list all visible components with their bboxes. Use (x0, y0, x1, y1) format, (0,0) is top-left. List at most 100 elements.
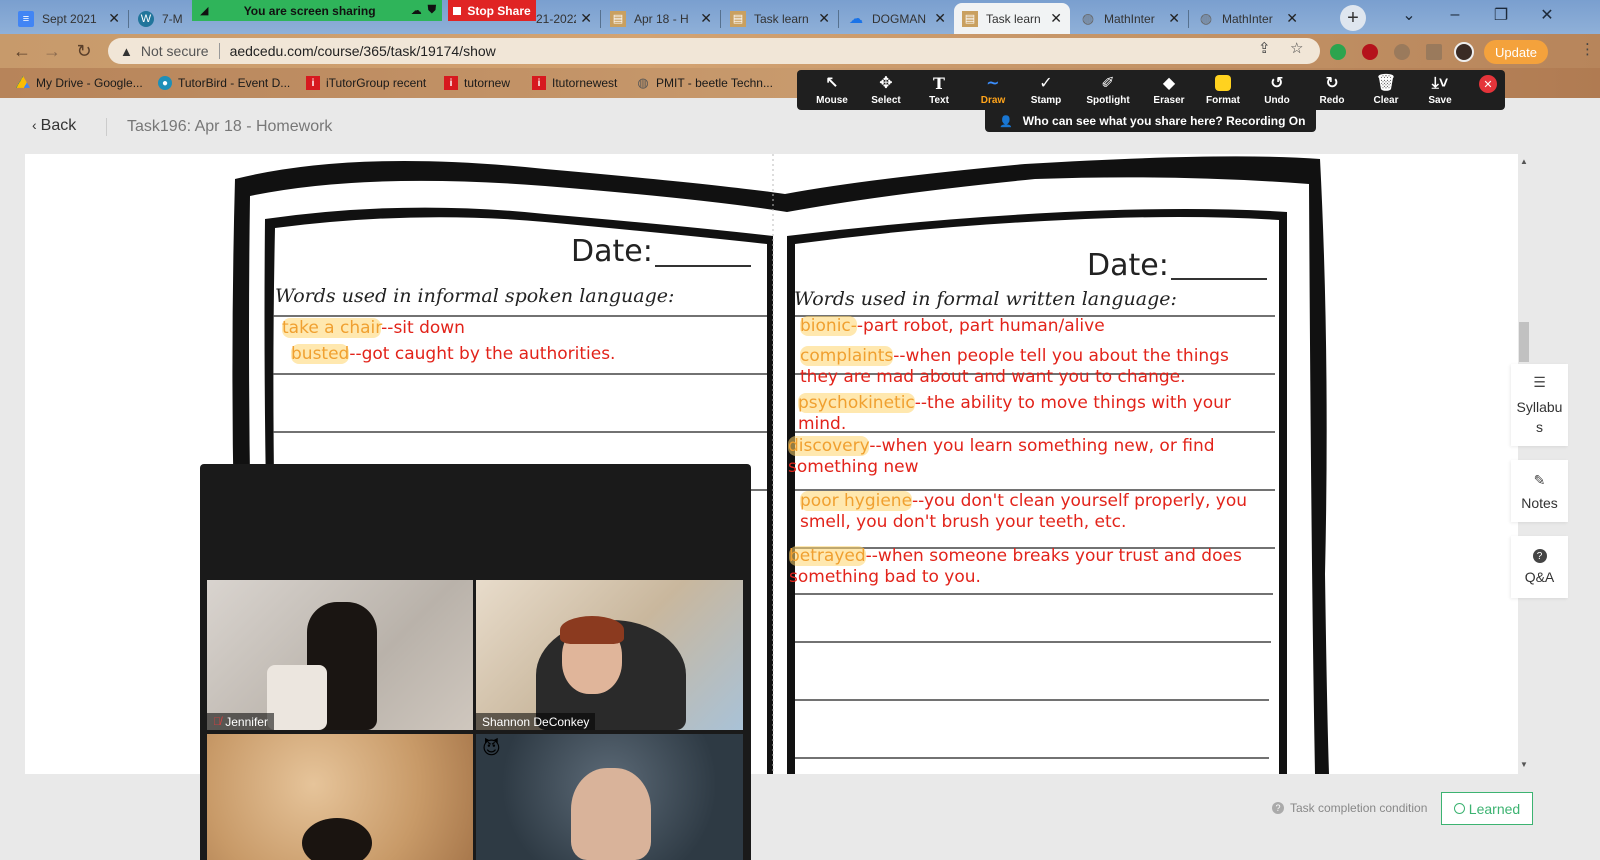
browser-tab-7[interactable]: ◍ MathInter ✕ (1072, 3, 1188, 34)
shield-icon: ⛊ (427, 4, 436, 16)
tool-label: Redo (1319, 94, 1345, 106)
sidepanel-icon[interactable] (1426, 44, 1442, 60)
video-tile-shannon[interactable]: Shannon DeConkey (476, 580, 743, 730)
spotlight-tool[interactable]: ✐ Spotlight (1081, 73, 1135, 107)
recording-notice[interactable]: 👤 Who can see what you share here? Recor… (985, 110, 1316, 132)
forward-nav-button[interactable]: → (40, 40, 64, 62)
bookmark-tutornew[interactable]: i tutornew (444, 74, 510, 92)
itutor-icon: i (444, 76, 458, 90)
save-tool[interactable]: ⤓˅ Save (1413, 73, 1467, 107)
close-icon: ✕ (1540, 7, 1554, 24)
update-button[interactable]: Update (1484, 40, 1548, 64)
bookmark-itutornewest[interactable]: i Itutornewest (532, 74, 617, 92)
minimize-icon: – (1450, 6, 1460, 23)
tab-title: DOGMAN (872, 11, 926, 26)
tab-strip: ≡ Sept 2021 ✕ W 7-M ◢ You are screen sha… (0, 0, 1600, 34)
participant-video (302, 818, 372, 860)
close-annotation-button[interactable]: ✕ (1479, 75, 1497, 93)
tab-search-button[interactable]: ⌄ (1386, 0, 1432, 30)
tool-label: Text (929, 94, 949, 106)
clear-tool[interactable]: 🗑 Clear (1359, 73, 1413, 107)
close-tab-icon[interactable]: ✕ (108, 10, 120, 27)
minimize-button[interactable]: – (1432, 0, 1478, 30)
mic-muted-icon: 🎙̸ (213, 715, 222, 728)
share-page-icon[interactable]: ⇪ (1258, 39, 1271, 57)
browser-tab-4[interactable]: ▤ Task learn ✕ (722, 3, 838, 34)
formal-entry-3: psychokinetic--the ability to move thing… (798, 393, 1258, 435)
spotlight-icon: ✐ (1101, 74, 1115, 92)
redo-icon: ↻ (1325, 74, 1339, 92)
browser-tab-1[interactable]: W 7-M (130, 3, 192, 34)
close-window-button[interactable]: ✕ (1524, 0, 1570, 30)
highlighted-term: betrayed (789, 546, 866, 566)
chevron-down-icon: ⌄ (1402, 7, 1416, 24)
close-tab-icon[interactable]: ✕ (1050, 10, 1062, 27)
syllabus-button[interactable]: ☰ Syllabu s (1511, 364, 1568, 446)
draw-tool[interactable]: ∼ Draw (966, 73, 1020, 107)
bookmark-itutorgroup[interactable]: i iTutorGroup recent (306, 74, 426, 92)
browser-tab-3[interactable]: ▤ Apr 18 - H ✕ (602, 3, 720, 34)
formal-entry-4: discovery--when you learn something new,… (788, 436, 1258, 478)
back-nav-button[interactable]: ← (10, 40, 34, 62)
participant-name-tag: Shannon DeConkey (476, 713, 596, 730)
close-tab-icon[interactable]: ✕ (1286, 10, 1298, 27)
restore-button[interactable]: ❐ (1478, 0, 1524, 30)
scroll-up-icon[interactable]: ▲ (1520, 157, 1528, 166)
bookmark-tutorbird[interactable]: ● TutorBird - Event D... (158, 74, 290, 92)
undo-tool[interactable]: ↺ Undo (1250, 73, 1304, 107)
new-tab-button[interactable]: + (1340, 5, 1366, 31)
video-tile-3[interactable] (207, 734, 473, 860)
date-line-right (1171, 278, 1267, 280)
scroll-thumb[interactable] (1519, 322, 1529, 362)
browser-tab-8[interactable]: ◍ MathInter ✕ (1190, 3, 1306, 34)
person-icon: 👤 (999, 115, 1013, 128)
qa-button[interactable]: ? Q&A (1511, 536, 1568, 598)
bookmark-my-drive[interactable]: My Drive - Google... (16, 74, 143, 92)
task-completion-condition[interactable]: ? Task completion condition (1272, 801, 1427, 815)
scroll-down-icon[interactable]: ▼ (1520, 760, 1528, 769)
mouse-tool[interactable]: ↖ Mouse (805, 73, 859, 107)
tab-title: Task learn (986, 11, 1041, 26)
browser-tab-6-active[interactable]: ▤ Task learn ✕ (954, 3, 1070, 34)
bookmark-pmit[interactable]: ◍ PMIT - beetle Techn... (636, 74, 773, 92)
extension-green-icon[interactable] (1330, 44, 1346, 60)
close-tab-icon[interactable]: ✕ (934, 10, 946, 27)
close-tab-icon[interactable]: ✕ (700, 10, 712, 27)
video-gallery-window[interactable]: 🎙̸ Jennifer Shannon DeConkey 😈 (200, 464, 751, 860)
stamp-tool[interactable]: ✓ Stamp (1019, 73, 1073, 107)
text-tool[interactable]: T Text (912, 73, 966, 107)
screen-sharing-indicator[interactable]: ◢ You are screen sharing ☁ ⛊ (192, 0, 442, 21)
reload-button[interactable]: ↻ (72, 40, 96, 62)
browser-tab-2[interactable]: 21-2022 ✕ (536, 3, 600, 34)
video-tile-4[interactable]: 😈 (476, 734, 743, 860)
notes-button[interactable]: ✎ Notes (1511, 460, 1568, 522)
arrow-left-icon: ← (13, 40, 31, 61)
close-tab-icon[interactable]: ✕ (1168, 10, 1180, 27)
drive-icon (16, 76, 30, 88)
star-icon[interactable]: ☆ (1290, 39, 1303, 57)
eraser-tool[interactable]: ◆ Eraser (1142, 73, 1196, 107)
more-menu-icon[interactable]: ⋮ (1580, 40, 1595, 58)
extension-icon[interactable] (1394, 44, 1410, 60)
pencil-icon: ✎ (1533, 471, 1546, 488)
learned-button[interactable]: Learned (1441, 792, 1533, 825)
notes-label: Notes (1521, 494, 1558, 511)
stop-share-button[interactable]: Stop Share (448, 0, 536, 21)
tool-label: Stamp (1030, 94, 1062, 106)
avatar[interactable] (1454, 42, 1474, 62)
close-tab-icon[interactable]: ✕ (580, 10, 592, 27)
redo-tool[interactable]: ↻ Redo (1305, 73, 1359, 107)
close-tab-icon[interactable]: ✕ (818, 10, 830, 27)
url-text[interactable]: aedcedu.com/course/365/task/19174/show (230, 43, 496, 59)
informal-header: Words used in informal spoken language: (275, 285, 675, 307)
format-tool[interactable]: Format (1196, 73, 1250, 107)
ublock-icon[interactable] (1362, 44, 1378, 60)
browser-tab-0[interactable]: ≡ Sept 2021 ✕ (10, 3, 128, 34)
tab-separator (720, 10, 721, 28)
learned-label: Learned (1468, 800, 1521, 817)
browser-tab-5[interactable]: ☁ DOGMAN ✕ (840, 3, 954, 34)
video-tile-jennifer[interactable]: 🎙̸ Jennifer (207, 580, 473, 730)
select-tool[interactable]: ✥ Select (859, 73, 913, 107)
address-bar[interactable]: ▲ Not secure aedcedu.com/course/365/task… (108, 38, 1320, 64)
back-link[interactable]: ‹ Back (32, 117, 76, 135)
